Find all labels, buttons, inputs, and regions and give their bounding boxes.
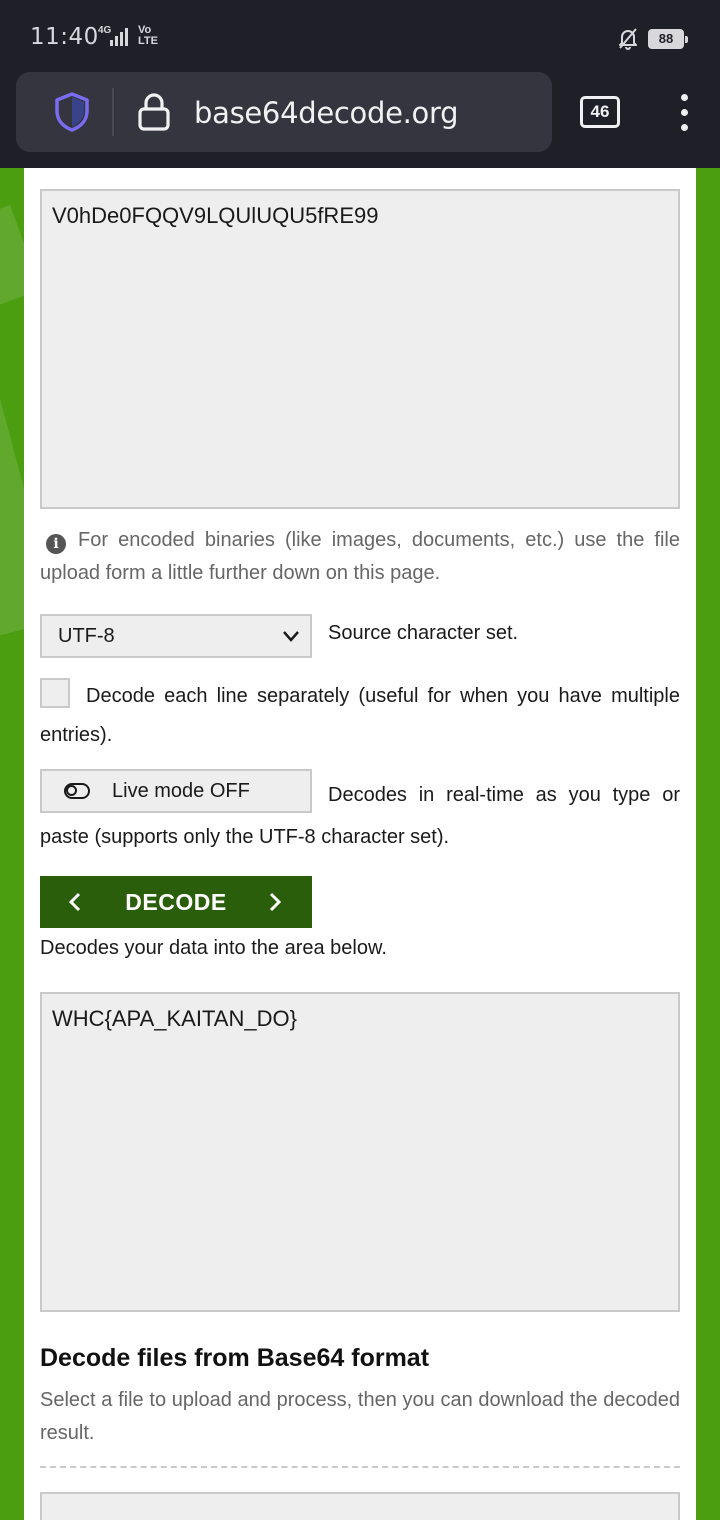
url-divider — [112, 88, 114, 136]
section-divider — [40, 1466, 680, 1468]
volte-bottom-label: LTE — [138, 35, 158, 47]
live-mode-caption: Decodes in real-time as you type or past… — [40, 784, 680, 848]
battery-indicator: 88 — [648, 29, 688, 49]
binary-note-text: For encoded binaries (like images, docum… — [40, 529, 680, 584]
file-section-title: Decode files from Base64 format — [40, 1344, 430, 1372]
signal-icon — [110, 28, 128, 46]
url-bar[interactable]: base64decode.org — [16, 72, 552, 152]
tabs-button[interactable]: 46 — [580, 96, 620, 128]
file-upload-area[interactable] — [40, 1492, 680, 1520]
bell-muted-icon — [619, 28, 637, 50]
binary-note: i For encoded binaries (like images, docu… — [40, 524, 680, 590]
charset-select[interactable]: UTF-8 — [40, 614, 312, 658]
charset-caption: Source character set. — [328, 622, 519, 644]
decoded-output-textarea[interactable]: WHC{APA_KAITAN_DO} — [40, 992, 680, 1312]
info-icon: i — [46, 534, 66, 554]
url-text[interactable]: base64decode.org — [194, 96, 459, 130]
overflow-menu-button[interactable] — [670, 92, 700, 132]
charset-selected-value: UTF-8 — [58, 625, 115, 647]
decode-caption: Decodes your data into the area below. — [40, 937, 387, 959]
lock-icon[interactable] — [136, 92, 172, 132]
status-bar: 11:40 4G Vo LTE 88 — [0, 0, 720, 72]
encoded-input-textarea[interactable]: V0hDe0FQQV9LQUlUQU5fRE99 — [40, 189, 680, 509]
decode-button[interactable]: DECODE — [40, 876, 312, 928]
status-time: 11:40 — [30, 24, 99, 50]
volte-icon: Vo LTE — [138, 25, 158, 47]
shield-icon[interactable] — [52, 91, 92, 133]
chevron-down-icon — [283, 631, 299, 642]
file-section-description: Select a file to upload and process, the… — [40, 1389, 680, 1444]
browser-toolbar: base64decode.org 46 — [0, 72, 720, 168]
chevron-right-icon — [269, 892, 282, 912]
decode-each-line-label: Decode each line separately (useful for … — [40, 685, 680, 746]
